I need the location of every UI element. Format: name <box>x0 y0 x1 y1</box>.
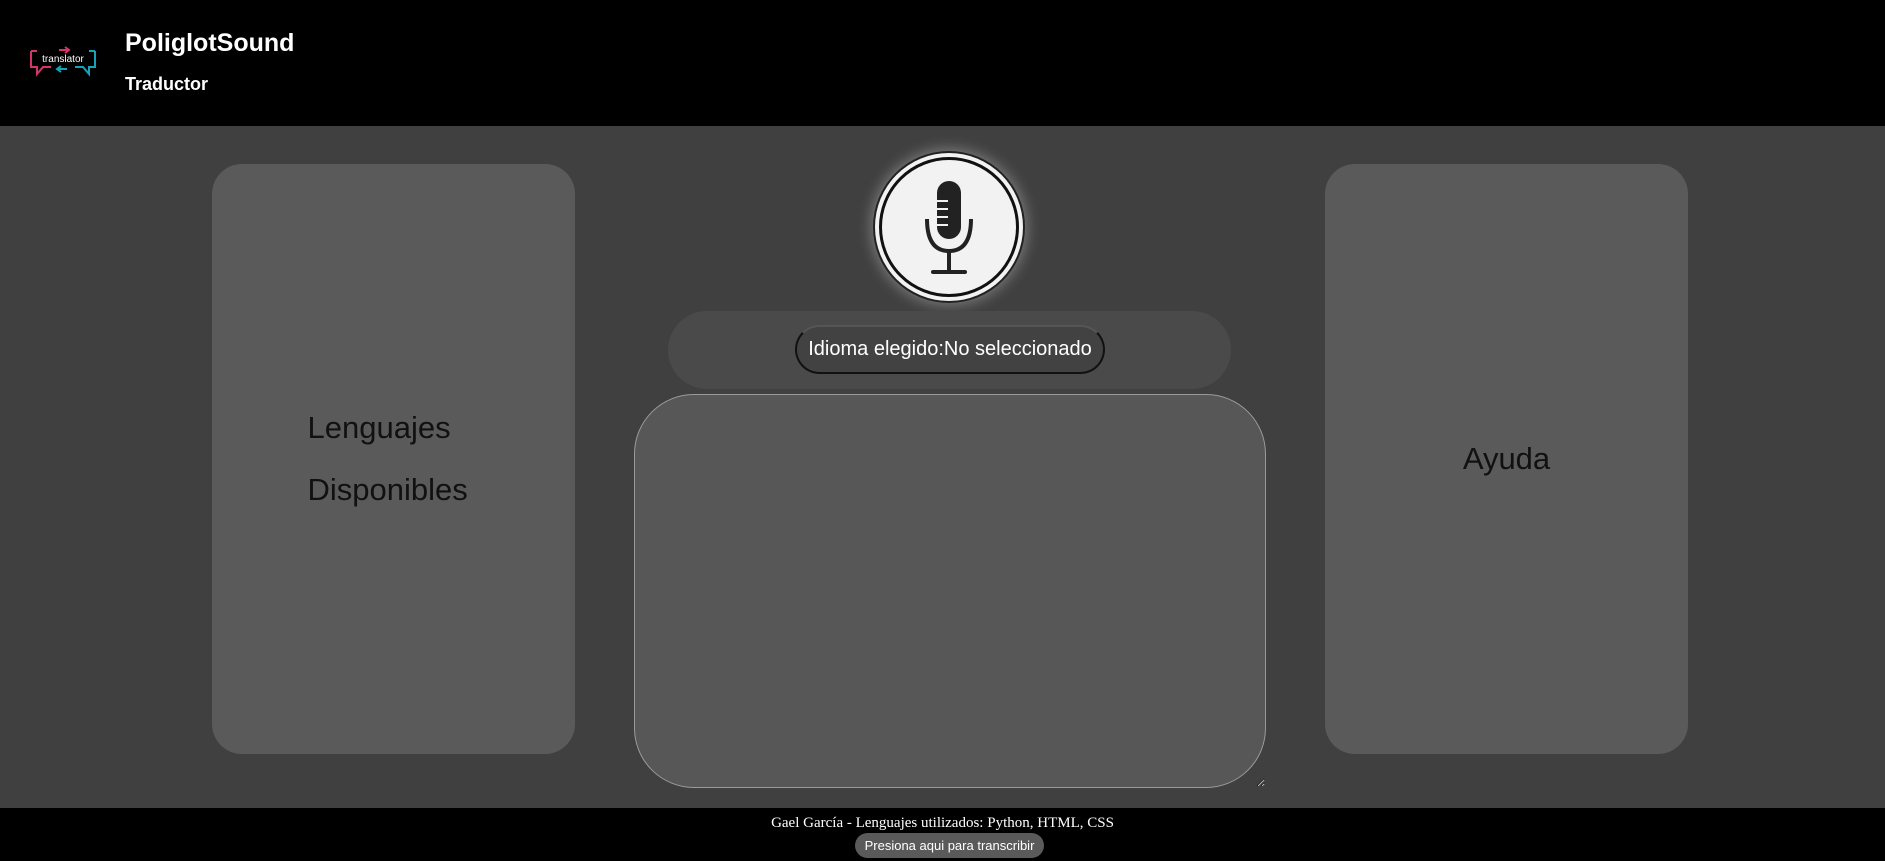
selected-language-value: No seleccionado <box>943 338 1092 360</box>
app-subtitle: Traductor <box>125 74 209 94</box>
logo-text: translator <box>42 54 84 65</box>
available-languages-line1: Lenguajes <box>307 410 451 445</box>
selected-language-display: Idioma elegido:No seleccionado <box>795 325 1105 374</box>
microphone-icon <box>925 181 973 274</box>
transcript-textarea[interactable] <box>634 394 1266 788</box>
transcribe-button[interactable]: Presiona aqui para transcribir <box>855 833 1044 858</box>
selected-language-label: Idioma elegido: <box>808 338 944 360</box>
available-languages-panel[interactable]: Lenguajes Disponibles <box>212 164 575 754</box>
available-languages-line2: Disponibles <box>307 472 468 507</box>
app-title: PoliglotSound <box>125 29 295 57</box>
available-languages-label: Lenguajes Disponibles <box>308 397 488 521</box>
help-panel[interactable]: Ayuda <box>1325 164 1688 754</box>
translator-logo-icon[interactable]: translator <box>29 45 97 79</box>
header: translator PoliglotSound Traductor <box>0 0 1885 126</box>
help-label: Ayuda <box>1462 441 1551 476</box>
footer-credit: Gael García - Lenguajes utilizados: Pyth… <box>771 815 1114 831</box>
record-button[interactable] <box>879 157 1019 297</box>
